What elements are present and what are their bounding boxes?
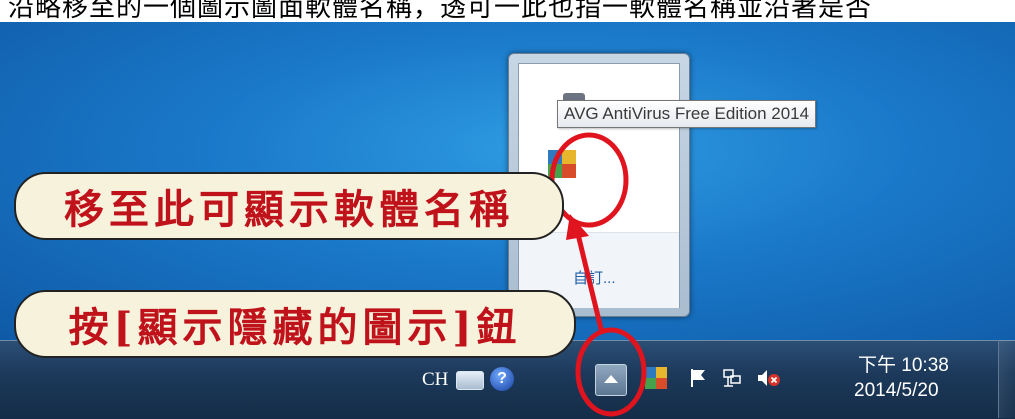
avg-tray-icon[interactable] — [645, 367, 667, 389]
show-hidden-icons-button[interactable] — [595, 364, 627, 396]
avg-tooltip: AVG AntiVirus Free Edition 2014 — [557, 100, 817, 128]
header-fragment-text: 沿略移至的一個圖示圖面軟體名稱，透可一此也指一軟體名稱並沿著是否 — [8, 0, 873, 22]
show-desktop-button[interactable] — [998, 340, 1015, 418]
volume-muted-icon[interactable] — [756, 367, 782, 389]
keyboard-icon[interactable] — [456, 371, 484, 390]
customize-link[interactable]: 自訂... — [573, 267, 616, 288]
help-icon[interactable]: ? — [490, 367, 514, 391]
callout-button-hint: 按[顯示隱藏的圖示]鈕 — [14, 290, 576, 358]
header-fragment: 沿略移至的一個圖示圖面軟體名稱，透可一此也指一軟體名稱並沿著是否 — [0, 0, 1015, 22]
clock-date[interactable]: 2014/5/20 — [854, 380, 939, 402]
callout-hover-hint: 移至此可顯示軟體名稱 — [14, 172, 564, 240]
network-icon[interactable] — [721, 367, 743, 389]
clock-time[interactable]: 下午 10:38 — [858, 350, 949, 377]
avg-icon[interactable] — [548, 150, 576, 178]
language-indicator[interactable]: CH — [422, 369, 448, 391]
action-center-flag-icon[interactable] — [689, 367, 709, 389]
